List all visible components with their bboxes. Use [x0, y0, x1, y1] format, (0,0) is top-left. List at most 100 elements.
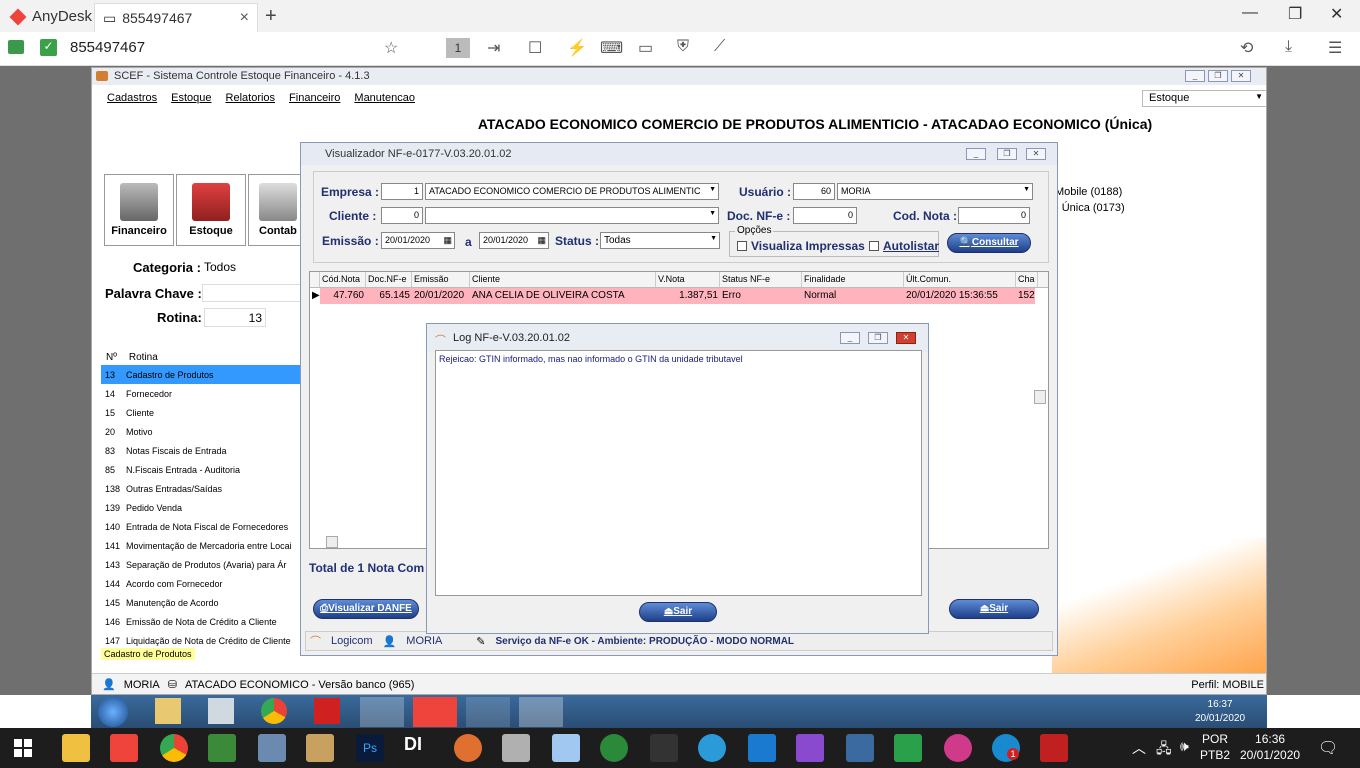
chrome-icon[interactable] — [160, 734, 188, 762]
col-vnota[interactable]: V.Nota — [656, 272, 720, 287]
notepad-icon[interactable] — [208, 734, 236, 762]
module-estoque-button[interactable]: Estoque — [176, 174, 246, 246]
docnfe-input[interactable]: 0 — [793, 207, 857, 224]
log-restore-button[interactable]: ❐ — [868, 332, 888, 344]
calendar-icon[interactable]: ▦ — [443, 235, 452, 246]
remote-settings-icon[interactable] — [466, 697, 510, 727]
log-close-button[interactable]: ✕ — [896, 332, 916, 344]
list-item[interactable]: 141 Movimentação de Mercadoria entre Loca… — [101, 536, 301, 555]
col-ult-comun[interactable]: Últ.Comun. — [904, 272, 1016, 287]
telegram-icon[interactable] — [698, 734, 726, 762]
impressas-checkbox[interactable] — [737, 241, 747, 251]
bookmark-icon[interactable]: ☆ — [384, 38, 398, 58]
consultar-button[interactable]: 🔍Consultar — [947, 233, 1031, 253]
tray-chevron-icon[interactable]: ︿ — [1132, 738, 1146, 758]
photoshop-icon[interactable]: Ps — [356, 734, 384, 762]
remote-logicom-icon[interactable] — [519, 697, 563, 727]
nfe-restore-button[interactable]: ❐ — [997, 148, 1017, 160]
menu-estoque[interactable]: Estoque — [171, 92, 211, 104]
menu-manutencao[interactable]: Manutencao — [354, 92, 415, 104]
menu-financeiro[interactable]: Financeiro — [289, 92, 340, 104]
remote-pdf-icon[interactable] — [314, 698, 340, 724]
volume-icon[interactable]: 🕪 — [1180, 738, 1189, 755]
list-item[interactable]: 15 Cliente — [101, 403, 301, 422]
col-cod-nota[interactable]: Cód.Nota — [320, 272, 366, 287]
app-grid-icon[interactable] — [894, 734, 922, 762]
network-icon[interactable]: 🖧 — [1156, 738, 1172, 762]
new-tab-button[interactable]: + — [265, 5, 277, 28]
remote-clock[interactable]: 16:37 20/01/2020 — [1195, 698, 1245, 726]
remote-start-button[interactable] — [98, 697, 128, 727]
list-item[interactable]: 145 Manutenção de Acordo — [101, 593, 301, 612]
module-contab-button[interactable]: Contab — [248, 174, 302, 246]
figure-icon[interactable] — [650, 734, 678, 762]
notifications-icon[interactable]: 🗨 — [1318, 738, 1338, 758]
list-item[interactable]: 147 Liquidação de Nota de Crédito de Clie… — [101, 631, 301, 650]
usuario-select[interactable]: MORIA ▼ — [837, 183, 1033, 200]
vscode-icon[interactable] — [748, 734, 776, 762]
close-tab-icon[interactable]: × — [240, 9, 249, 27]
menu-relatorios[interactable]: Relatorios — [226, 92, 276, 104]
tab-remote-session[interactable]: ▭ 855497467 × — [94, 3, 258, 32]
menu-icon[interactable]: ☰ — [1328, 38, 1342, 58]
app-icon[interactable] — [258, 734, 286, 762]
history-icon[interactable]: ⟲ — [1240, 38, 1253, 58]
cliente-code-input[interactable]: 0 — [381, 207, 423, 224]
date-from-input[interactable]: 20/01/2020 ▦ — [381, 232, 455, 249]
clock[interactable]: 16:36 20/01/2020 — [1240, 731, 1300, 763]
col-status[interactable]: Status NF-e — [720, 272, 802, 287]
close-button[interactable]: ✕ — [1330, 4, 1343, 24]
logicom-icon[interactable] — [454, 734, 482, 762]
vertical-scrollbar-thumb[interactable] — [1034, 390, 1046, 404]
tool-icon[interactable] — [502, 734, 530, 762]
download-icon[interactable]: ⤓ — [1285, 38, 1292, 56]
empresa-code-input[interactable]: 1 — [381, 183, 423, 200]
module-financeiro-button[interactable]: Financeiro — [104, 174, 174, 246]
list-item[interactable]: 144 Acordo com Fornecedor — [101, 574, 301, 593]
cliente-select[interactable]: ▼ — [425, 207, 719, 224]
horizontal-scrollbar-thumb[interactable] — [326, 536, 338, 548]
table-row[interactable]: ▶ 47.760 65.145 20/01/2020 ANA CELIA DE … — [310, 288, 1035, 304]
scef-close-button[interactable]: ✕ — [1231, 70, 1251, 82]
keyboard-icon[interactable]: ⌨ — [600, 38, 623, 58]
side-item-unica[interactable]: - Única (0173) — [1055, 202, 1125, 214]
usuario-code-input[interactable]: 60 — [793, 183, 835, 200]
list-item[interactable]: 143 Separação de Produtos (Avaria) para Á… — [101, 555, 301, 574]
palavra-chave-input[interactable] — [202, 284, 302, 302]
remote-explorer-icon[interactable] — [155, 698, 181, 724]
list-item[interactable]: 139 Pedido Venda — [101, 498, 301, 517]
col-emissao[interactable]: Emissão — [412, 272, 470, 287]
side-item-mobile[interactable]: Mobile (0188) — [1055, 186, 1122, 198]
whiteboard-icon[interactable]: ⟋ — [714, 38, 725, 56]
scef-minimize-button[interactable]: _ — [1185, 70, 1205, 82]
col-cha[interactable]: Cha — [1016, 272, 1038, 287]
display-icon[interactable]: ▭ — [638, 38, 653, 58]
empresa-select[interactable]: ATACADO ECONOMICO COMERCIO DE PRODUTOS A… — [425, 183, 719, 200]
remote-media-icon[interactable] — [208, 698, 234, 724]
remote-scef-icon[interactable] — [360, 697, 404, 727]
list-item[interactable]: 14 Fornecedor — [101, 384, 301, 403]
nfe-close-button[interactable]: ✕ — [1026, 148, 1046, 160]
visual-studio-icon[interactable] — [796, 734, 824, 762]
date-to-input[interactable]: 20/01/2020 ▦ — [479, 232, 549, 249]
list-item[interactable]: 85 N.Fiscais Entrada - Auditoria — [101, 460, 301, 479]
col-cliente[interactable]: Cliente — [470, 272, 656, 287]
categoria-select[interactable]: Todos — [202, 258, 302, 276]
privacy-icon[interactable]: ⛨ — [677, 38, 689, 56]
log-message-area[interactable]: Rejeicao: GTIN informado, mas nao inform… — [435, 350, 922, 596]
codnota-input[interactable]: 0 — [958, 207, 1030, 224]
calendar-icon[interactable]: ▦ — [537, 235, 546, 246]
list-item[interactable]: 83 Notas Fiscais de Entrada — [101, 441, 301, 460]
explorer-icon[interactable] — [62, 734, 90, 762]
minimize-button[interactable]: — — [1242, 4, 1258, 22]
remote-anydesk-icon[interactable] — [413, 697, 457, 727]
restore-button[interactable]: ❐ — [1288, 4, 1302, 24]
postgres-icon[interactable] — [846, 734, 874, 762]
list-item[interactable]: 140 Entrada de Nota Fiscal de Fornecedore… — [101, 517, 301, 536]
address-field[interactable]: 855497467 — [70, 39, 145, 56]
box-icon[interactable] — [552, 734, 580, 762]
col-finalidade[interactable]: Finalidade — [802, 272, 904, 287]
visualizar-danfe-button[interactable]: ⎙Visualizar DANFE — [313, 599, 419, 619]
list-item[interactable]: 138 Outras Entradas/Saídas — [101, 479, 301, 498]
chat-icon[interactable]: ☐ — [528, 38, 542, 58]
